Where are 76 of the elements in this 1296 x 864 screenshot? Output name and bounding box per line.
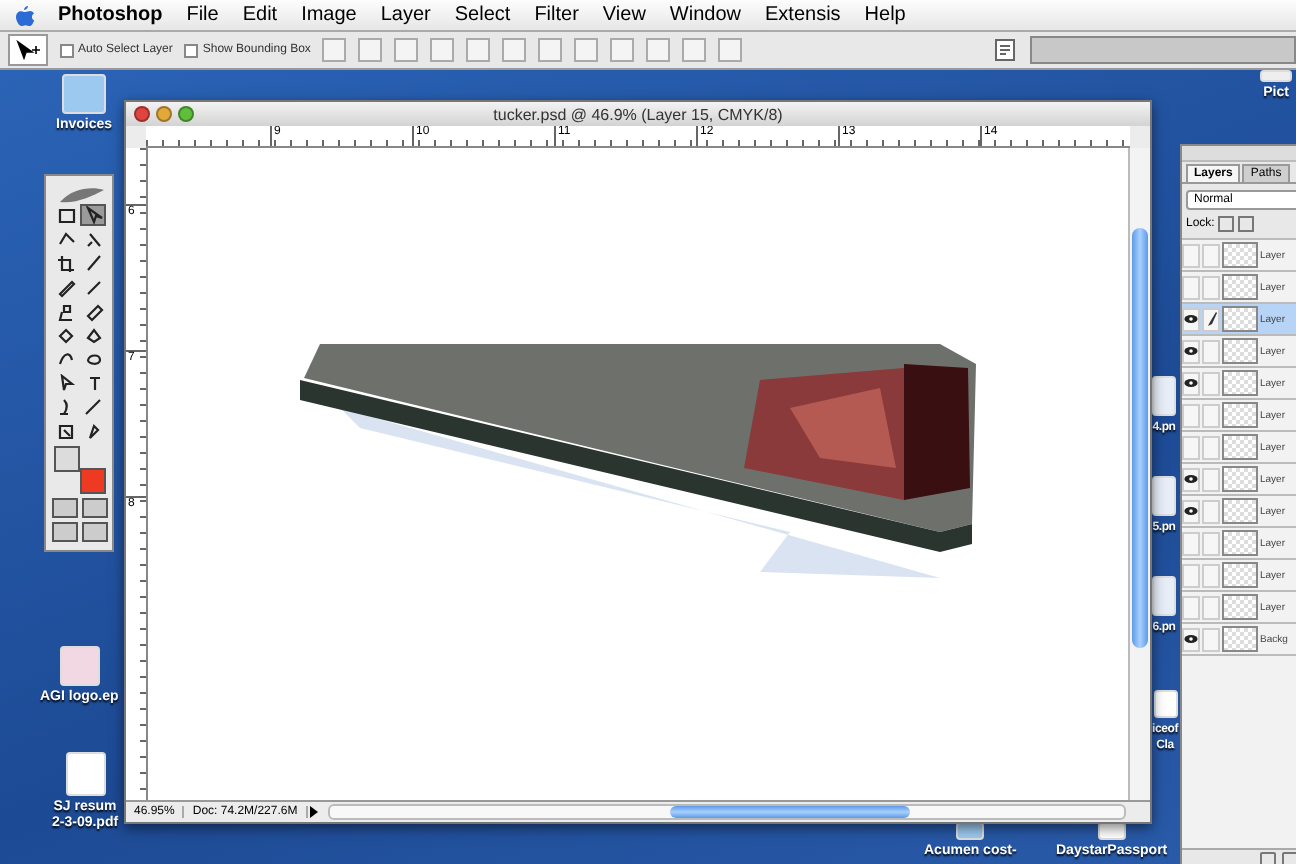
layer-thumbnail bbox=[1222, 562, 1258, 588]
visibility-toggle[interactable] bbox=[1182, 499, 1200, 523]
visibility-toggle[interactable] bbox=[1182, 467, 1200, 491]
visibility-toggle[interactable] bbox=[1182, 435, 1200, 459]
menu-item[interactable]: Layer bbox=[368, 4, 443, 26]
move-icon[interactable] bbox=[83, 205, 103, 225]
link-toggle[interactable] bbox=[1202, 435, 1220, 459]
link-toggle[interactable] bbox=[1202, 563, 1220, 587]
link-toggle[interactable] bbox=[1202, 307, 1220, 331]
crop-icon[interactable] bbox=[55, 253, 75, 273]
layer-thumbnail bbox=[1222, 402, 1258, 428]
layer-thumbnail bbox=[1222, 370, 1258, 396]
close-icon[interactable] bbox=[134, 106, 150, 122]
apple-icon[interactable] bbox=[16, 5, 34, 25]
link-toggle[interactable] bbox=[1202, 403, 1220, 427]
link-toggle[interactable] bbox=[1202, 499, 1220, 523]
eye-icon[interactable] bbox=[1184, 314, 1198, 324]
eye-icon[interactable] bbox=[1184, 346, 1198, 356]
menu-item[interactable]: File bbox=[174, 4, 231, 26]
move-tool-button[interactable] bbox=[8, 34, 48, 66]
layer-thumbnail bbox=[1222, 626, 1258, 652]
palette-icon[interactable] bbox=[994, 38, 1019, 62]
vertical-scrollbar[interactable] bbox=[1128, 148, 1150, 800]
layer-thumbnail bbox=[1222, 242, 1258, 268]
marquee-icon[interactable] bbox=[55, 205, 75, 225]
menu-item[interactable]: Help bbox=[852, 4, 918, 26]
file-icon[interactable] bbox=[59, 646, 100, 686]
eye-icon[interactable] bbox=[1184, 474, 1198, 484]
menu-item[interactable]: Image bbox=[289, 4, 369, 26]
horizontal-scrollbar[interactable] bbox=[327, 804, 1126, 820]
app-menu[interactable]: Photoshop bbox=[46, 4, 175, 26]
menu-item[interactable]: View bbox=[590, 4, 658, 26]
eye-icon[interactable] bbox=[1184, 378, 1198, 388]
menu-item[interactable]: Select bbox=[442, 4, 523, 26]
visibility-toggle[interactable] bbox=[1182, 627, 1200, 651]
link-toggle[interactable] bbox=[1202, 531, 1220, 555]
visibility-toggle[interactable] bbox=[1182, 275, 1200, 299]
link-toggle[interactable] bbox=[1202, 467, 1220, 491]
link-toggle[interactable] bbox=[1202, 371, 1220, 395]
layer-thumbnail bbox=[1222, 338, 1258, 364]
menu-item[interactable]: Edit bbox=[230, 4, 290, 26]
minimize-icon[interactable] bbox=[156, 106, 172, 122]
visibility-toggle[interactable] bbox=[1182, 243, 1200, 267]
visibility-toggle[interactable] bbox=[1182, 371, 1200, 395]
layer-thumbnail bbox=[1222, 530, 1258, 556]
visibility-toggle[interactable] bbox=[1182, 403, 1200, 427]
link-toggle[interactable] bbox=[1202, 243, 1220, 267]
file-icon[interactable] bbox=[1153, 690, 1177, 718]
window-title: tucker.psd @ 46.9% (Layer 15, CMYK/8) bbox=[493, 105, 783, 123]
link-toggle[interactable] bbox=[1202, 339, 1220, 363]
background-color-swatch[interactable] bbox=[79, 468, 105, 494]
eye-icon[interactable] bbox=[1184, 506, 1198, 516]
link-toggle[interactable] bbox=[1202, 595, 1220, 619]
layer-thumbnail bbox=[1222, 306, 1258, 332]
menu-item[interactable]: Extensis bbox=[753, 4, 853, 26]
link-toggle[interactable] bbox=[1202, 275, 1220, 299]
play-arrow-icon[interactable] bbox=[307, 806, 320, 818]
visibility-toggle[interactable] bbox=[1182, 339, 1200, 363]
menu-item[interactable]: Window bbox=[657, 4, 753, 26]
menu-item[interactable]: Filter bbox=[522, 4, 591, 26]
foreground-color-swatch[interactable] bbox=[53, 446, 79, 472]
layer-thumbnail bbox=[1222, 498, 1258, 524]
layer-thumbnail bbox=[1222, 274, 1258, 300]
selection-arrow-icon[interactable] bbox=[55, 373, 75, 393]
zoom-icon[interactable] bbox=[178, 106, 194, 122]
line-icon[interactable] bbox=[83, 397, 103, 417]
file-icon[interactable] bbox=[65, 752, 106, 796]
layer-thumbnail bbox=[1222, 466, 1258, 492]
link-toggle[interactable] bbox=[1202, 627, 1220, 651]
eye-icon[interactable] bbox=[1184, 634, 1198, 644]
layer-thumbnail bbox=[1222, 434, 1258, 460]
visibility-toggle[interactable] bbox=[1182, 563, 1200, 587]
layer-thumbnail bbox=[1222, 594, 1258, 620]
visibility-toggle[interactable] bbox=[1182, 307, 1200, 331]
visibility-toggle[interactable] bbox=[1182, 595, 1200, 619]
visibility-toggle[interactable] bbox=[1182, 531, 1200, 555]
